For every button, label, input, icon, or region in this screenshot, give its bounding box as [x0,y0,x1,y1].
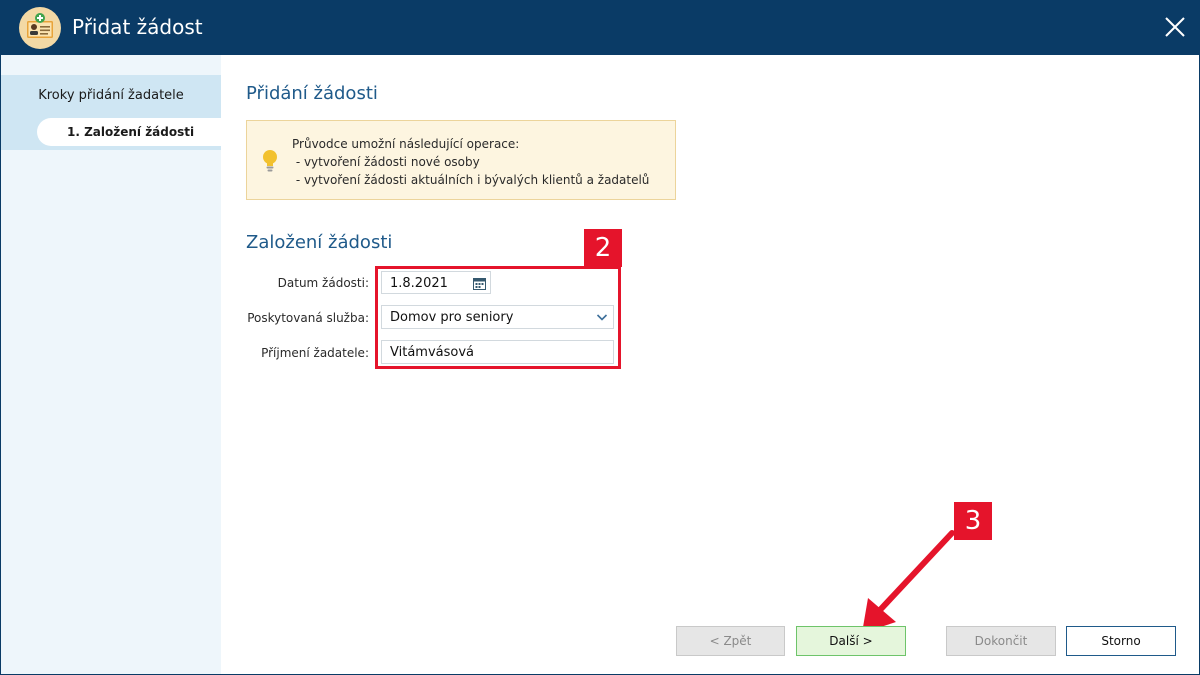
chevron-down-icon[interactable] [596,312,608,322]
lightbulb-icon [263,150,277,172]
back-button[interactable]: < Zpět [676,626,785,656]
title-bar: Přidat žádost [0,0,1200,55]
annotation-arrow-icon [862,530,955,633]
date-label: Datum žádosti: [277,276,369,290]
finish-button[interactable]: Dokončit [946,626,1056,656]
sidebar-step-1[interactable]: 1. Založení žádosti [37,118,221,146]
service-value: Domov pro seniory [390,310,514,325]
section-heading: Založení žádosti [246,232,393,253]
window-title: Přidat žádost [72,15,203,39]
info-line-1: Průvodce umožní následující operace: [292,137,520,151]
next-button[interactable]: Další > [796,626,906,656]
calendar-icon[interactable] [473,277,486,290]
page-heading: Přidání žádosti [246,83,378,104]
app-certificate-icon [19,7,61,49]
service-label: Poskytovaná služba: [247,311,369,325]
surname-input[interactable]: Vitámvásová [381,340,614,364]
cancel-button[interactable]: Storno [1066,626,1176,656]
steps-sidebar: Kroky přidání žadatele 1. Založení žádos… [1,55,221,674]
surname-label: Příjmení žadatele: [261,346,369,360]
service-select[interactable]: Domov pro seniory [381,305,614,329]
date-value: 1.8.2021 [390,276,448,291]
info-box: Průvodce umožní následující operace: - v… [246,120,676,200]
annotation-badge-2: 2 [584,229,622,267]
steps-title: Kroky přidání žadatele [38,88,184,103]
date-field[interactable]: 1.8.2021 [381,271,491,294]
info-line-3: - vytvoření žádosti aktuálních i bývalýc… [292,173,650,187]
surname-value: Vitámvásová [390,345,474,360]
info-line-2: - vytvoření žádosti nové osoby [292,155,480,169]
steps-panel: Kroky přidání žadatele 1. Založení žádos… [1,75,221,150]
close-icon[interactable] [1160,12,1190,42]
